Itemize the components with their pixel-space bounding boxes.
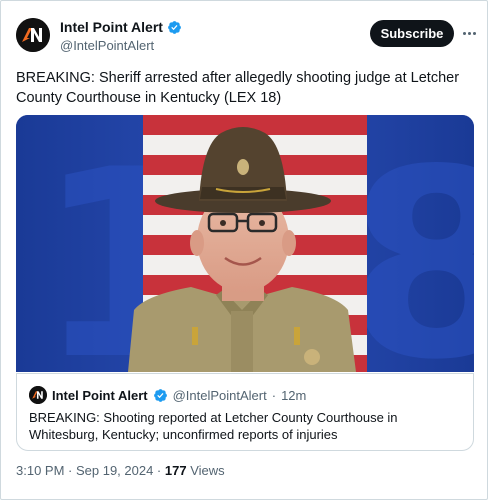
subscribe-button[interactable]: Subscribe [370,20,454,47]
sheriff-photo-image: 1 8 [16,115,474,372]
tweet-card[interactable]: Intel Point Alert @IntelPointAlert Subsc… [0,0,488,500]
quoted-time: 12m [281,387,307,403]
account-identity: Intel Point Alert @IntelPointAlert [60,19,182,54]
views-label: Views [190,463,225,478]
account-avatar[interactable] [16,18,50,52]
quoted-handle: @IntelPointAlert [172,387,267,403]
views-count: 177 [164,463,187,478]
quoted-display-name: Intel Point Alert [52,387,148,403]
account-display-name[interactable]: Intel Point Alert [60,19,163,36]
more-options-icon[interactable] [462,26,476,40]
intel-point-logo [29,386,47,404]
quoted-tweet-text: BREAKING: Shooting reported at Letcher C… [29,410,398,442]
tweet-text: BREAKING: Sheriff arrested after alleged… [16,70,460,106]
quoted-account-avatar [29,386,47,404]
verified-badge-icon [168,21,181,34]
quoted-tweet-header: Intel Point Alert @IntelPointAlert · 12m [29,386,306,404]
account-handle[interactable]: @IntelPointAlert [60,37,182,54]
verified-badge-icon [153,388,167,402]
quoted-tweet[interactable]: Intel Point Alert @IntelPointAlert · 12m… [16,373,474,451]
account-name-row[interactable]: Intel Point Alert [60,19,182,36]
tweet-timestamp[interactable]: 3:10 PM · Sep 19, 2024 · [16,463,161,478]
tweet-header: Intel Point Alert @IntelPointAlert Subsc… [16,16,476,58]
intel-point-logo [16,18,50,52]
tweet-photo[interactable]: 1 8 [16,115,474,372]
quoted-separator: · [271,387,277,403]
tweet-meta: 3:10 PM · Sep 19, 2024 · 177 Views [16,463,225,478]
